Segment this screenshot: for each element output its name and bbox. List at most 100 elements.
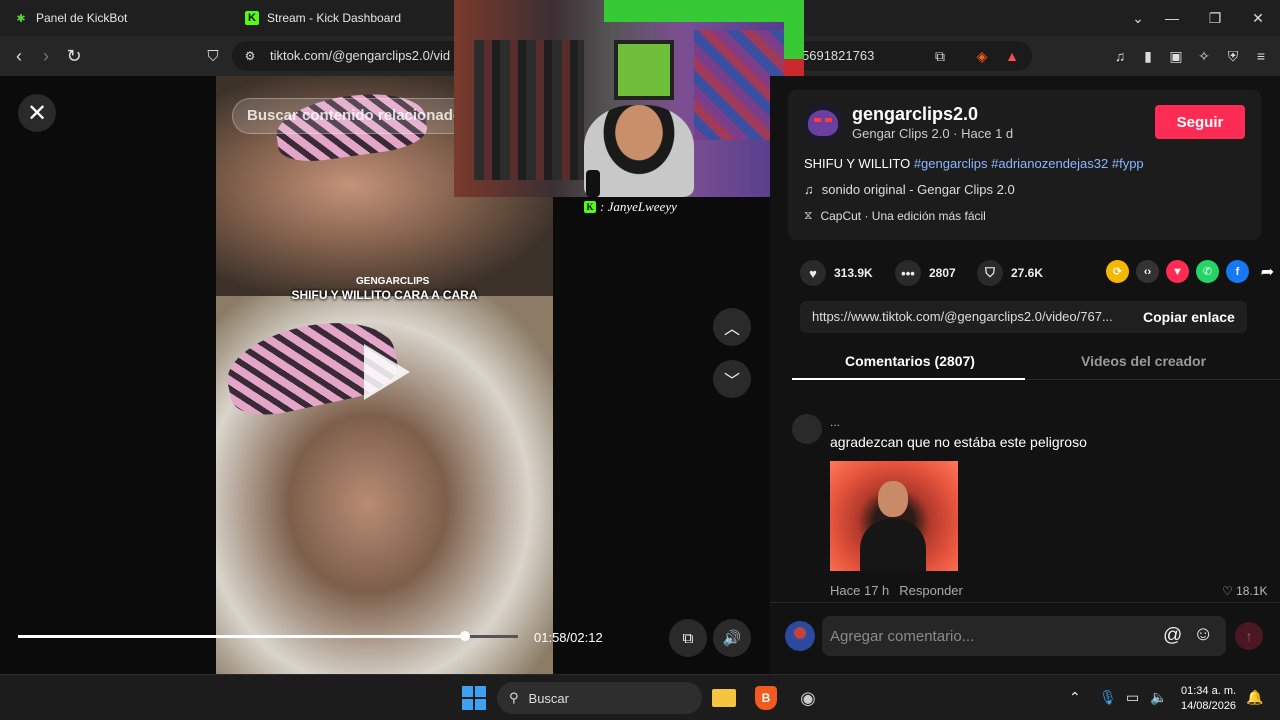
next-video-button[interactable]: ﹀ (713, 360, 751, 398)
brave-rewards-icon[interactable]: ▲ (1000, 44, 1024, 68)
share-arrow-icon[interactable]: ➦ (1256, 260, 1279, 283)
url-text-tail: 5691821763 (802, 48, 875, 63)
reply-button[interactable]: Responder (899, 583, 963, 598)
like-count: 313.9K (834, 266, 873, 280)
creator-username[interactable]: gengarclips2.0 (852, 104, 978, 125)
gengar-icon (808, 110, 838, 136)
menu-icon[interactable]: ≡ (1249, 44, 1273, 68)
comment-image[interactable] (830, 461, 958, 571)
leo-ai-icon[interactable]: ✧ (1192, 44, 1216, 68)
streamer-webcam (454, 0, 804, 197)
comment-meta: Hace 17 h Responder (830, 583, 963, 598)
media-icon[interactable]: ♫ (1108, 44, 1132, 68)
streamer-name: : JanyeLweeyy (600, 199, 677, 214)
post-description: SHIFU Y WILLITO #gengarclips #adrianozen… (804, 156, 1144, 171)
previous-video-button[interactable]: ︿ (713, 308, 751, 346)
close-window-button[interactable]: ✕ (1236, 0, 1280, 36)
network-icon[interactable]: ▭ (1126, 689, 1139, 706)
back-button[interactable]: ‹ (5, 42, 33, 70)
post-stats: ♥ 313.9K ••• 2807 ⛉ 27.6K ⟳ ‹› ▼ ✆ f ➦ (800, 260, 1274, 286)
notification-bell-icon[interactable]: 🔔 (1246, 689, 1263, 706)
comment-bubble-icon: ••• (895, 260, 921, 286)
mention-icon[interactable]: @ (1163, 625, 1182, 647)
post-info-card: gengarclips2.0 Gengar Clips 2.0 · Hace 1… (788, 90, 1261, 240)
clock-date: 14/08/2026 (1181, 700, 1237, 712)
brave-browser-icon[interactable]: B (752, 684, 780, 712)
site-info-icon[interactable]: ⚙ (238, 44, 262, 68)
tab-creator-videos[interactable]: Videos del creador (1081, 353, 1206, 369)
url-text: tiktok.com/@gengarclips2.0/vid (270, 48, 451, 63)
forward-button[interactable]: › (32, 42, 60, 70)
volume-icon[interactable]: 🔊 (713, 619, 751, 657)
tab-kickbot[interactable]: ✱ Panel de KickBot (14, 4, 127, 32)
hashtags[interactable]: #gengarclips #adrianozendejas32 #fypp (914, 156, 1144, 171)
my-avatar[interactable] (785, 621, 815, 651)
capcut-icon: ⧖ (804, 208, 813, 222)
comment-time: Hace 17 h (830, 583, 890, 598)
speaker-icon[interactable]: 🔈 (1150, 689, 1167, 706)
send-to-friends-icon[interactable]: ▼ (1166, 260, 1189, 283)
save-count: 27.6K (1011, 266, 1044, 280)
music-row[interactable]: ♫ sonido original - Gengar Clips 2.0 (804, 182, 1015, 197)
panel-tabs: Comentarios (2807) Videos del creador (792, 346, 1280, 380)
obs-icon[interactable]: ◉ (794, 684, 822, 712)
kick-icon: K (584, 201, 596, 213)
bookmark-icon: ⛉ (977, 260, 1003, 286)
facebook-icon[interactable]: f (1226, 260, 1249, 283)
taskbar-search[interactable]: ⚲ Buscar (497, 682, 702, 714)
share-link-row: https://www.tiktok.com/@gengarclips2.0/v… (800, 301, 1247, 333)
details-panel: gengarclips2.0 Gengar Clips 2.0 · Hace 1… (770, 76, 1280, 674)
embed-icon[interactable]: ‹› (1136, 260, 1159, 283)
comment-text: agradezcan que no estába este peligroso (830, 434, 1087, 450)
share-link[interactable]: https://www.tiktok.com/@gengarclips2.0/v… (812, 309, 1128, 324)
windows-taskbar: ⚲ Buscar B ◉ ⌃ 🎙 ▭ 🔈 01:34 a. m. 14/08/2… (0, 674, 1280, 720)
video-caption: SHIFU Y WILLITO CARA A CARA (291, 288, 478, 302)
capcut-row[interactable]: ⧖ CapCut · Una edición más fácil (804, 208, 986, 223)
reload-button[interactable]: ↻ (60, 42, 88, 70)
progress-fill (18, 635, 465, 638)
bookmark-icon[interactable]: ⛉ (199, 42, 227, 70)
maximize-button[interactable]: ❐ (1193, 0, 1237, 36)
creator-avatar[interactable] (804, 104, 842, 142)
tab-kick-dashboard[interactable]: K Stream - Kick Dashboard (245, 4, 401, 32)
comment-count: 2807 (929, 266, 956, 280)
repost-icon[interactable]: ⟳ (1106, 260, 1129, 283)
comment-like-count: 18.1K (1236, 584, 1268, 598)
windows-start-icon[interactable] (462, 686, 486, 710)
progress-knob[interactable] (459, 631, 470, 641)
like-button[interactable]: ♥ 313.9K (800, 260, 873, 286)
commenter-avatar[interactable] (792, 414, 822, 444)
related-search-overlay[interactable]: Buscar contenido relacionado (232, 98, 492, 134)
share-icons: ⟳ ‹› ▼ ✆ f ➦ (1106, 260, 1279, 283)
tray-overflow-icon[interactable]: ⌃ (1069, 689, 1081, 706)
brave-shields-icon[interactable]: ◈ (970, 44, 994, 68)
translate-icon[interactable]: ⧉ (928, 44, 952, 68)
wallet-icon[interactable]: ▣ (1164, 44, 1188, 68)
kick-icon: K (245, 11, 259, 25)
comment-like-button[interactable]: ♡ 18.1K (1222, 584, 1267, 598)
play-icon[interactable] (364, 344, 410, 400)
follow-button[interactable]: Seguir (1155, 105, 1245, 139)
emoji-icon[interactable]: ☺ (1193, 623, 1213, 646)
send-comment-button[interactable]: ↑ (1235, 622, 1263, 650)
whatsapp-icon[interactable]: ✆ (1196, 260, 1219, 283)
close-video-button[interactable]: ✕ (18, 94, 56, 132)
progress-bar[interactable] (18, 631, 518, 641)
video-time: 01:58/02:12 (534, 630, 603, 645)
taskbar-clock[interactable]: 01:34 a. m. 14/08/2026 (1181, 684, 1236, 714)
active-tab-underline (792, 378, 1025, 380)
capcut-label: CapCut · Una edición más fácil (820, 208, 986, 223)
comment-button[interactable]: ••• 2807 (895, 260, 956, 286)
sidebar-icon[interactable]: ▮ (1136, 44, 1160, 68)
pip-icon[interactable]: ⧉ (669, 619, 707, 657)
file-explorer-icon[interactable] (710, 684, 738, 712)
vpn-icon[interactable]: ⛨ (1221, 44, 1245, 68)
microphone-icon[interactable]: 🎙 (1099, 689, 1117, 706)
commenter-name[interactable]: ... (830, 415, 840, 429)
tab-comments[interactable]: Comentarios (2807) (845, 353, 975, 369)
creator-subline: Gengar Clips 2.0 · Hace 1 d (852, 126, 1014, 141)
save-button[interactable]: ⛉ 27.6K (977, 260, 1043, 286)
streamer-name-tag: K : JanyeLweeyy (584, 199, 677, 215)
copy-link-button[interactable]: Copiar enlace (1143, 309, 1235, 325)
minimize-button[interactable]: — (1150, 0, 1194, 36)
